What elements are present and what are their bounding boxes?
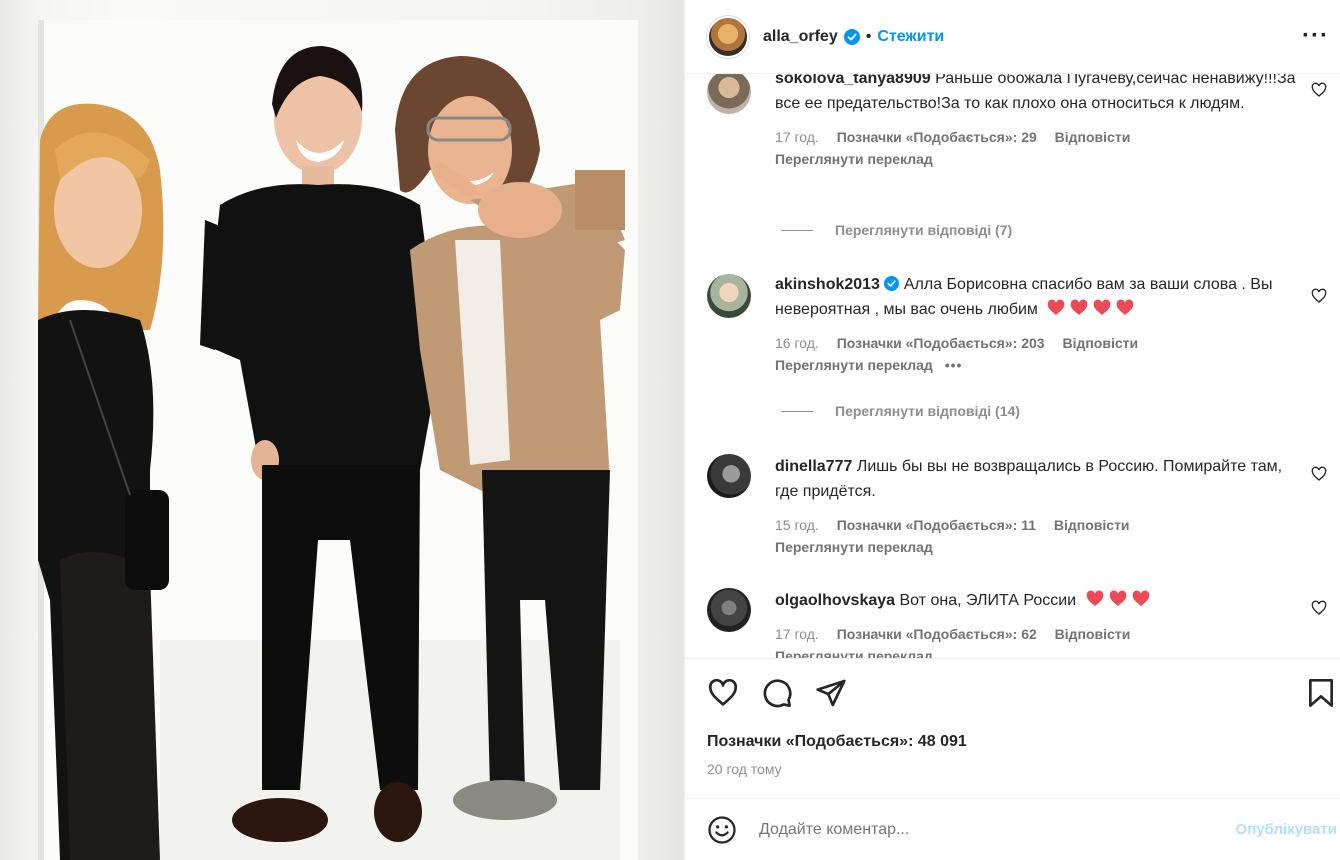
heart-icon[interactable] bbox=[707, 677, 739, 709]
comments-list[interactable]: sokolova_tanya8909 Раньше обожала Пугаче… bbox=[685, 74, 1340, 658]
comment-meta: 17 год. Позначки «Подобається»: 62 Відпо… bbox=[775, 623, 1305, 645]
red-heart-emoji-icon bbox=[1132, 590, 1149, 606]
comment-likes[interactable]: Позначки «Подобається»: 29 bbox=[837, 129, 1037, 145]
heart-emoji-group bbox=[1081, 590, 1150, 609]
comment-translate-row: Переглянути переклад ••• bbox=[775, 354, 1305, 376]
comment-username[interactable]: olgaolhovskaya bbox=[775, 592, 895, 609]
post-details-panel: alla_orfey • Стежити ··· sokolova_tanya8… bbox=[684, 0, 1340, 860]
photo-people-illustration bbox=[38, 46, 625, 860]
more-horizontal-icon[interactable]: ··· bbox=[1302, 22, 1329, 50]
author-username[interactable]: alla_orfey bbox=[763, 28, 838, 46]
comment-body: sokolova_tanya8909 Раньше обожала Пугаче… bbox=[775, 74, 1305, 170]
bookmark-icon[interactable] bbox=[1305, 677, 1337, 709]
send-icon[interactable] bbox=[815, 677, 847, 709]
view-replies-line bbox=[781, 229, 813, 231]
red-heart-emoji-icon bbox=[1048, 299, 1065, 315]
verified-badge-icon bbox=[884, 276, 900, 291]
likes-count[interactable]: Позначки «Подобається»: 48 091 bbox=[707, 733, 967, 751]
comment-like-heart-icon[interactable] bbox=[1311, 600, 1327, 616]
post-comment-button[interactable]: Опублікувати bbox=[1236, 821, 1337, 838]
follow-button[interactable]: Стежити bbox=[877, 28, 944, 46]
comment-meta: 16 год. Позначки «Подобається»: 203 Відп… bbox=[775, 332, 1305, 354]
comment-username[interactable]: sokolova_tanya8909 bbox=[775, 74, 931, 87]
comment-meta: 15 год. Позначки «Подобається»: 11 Відпо… bbox=[775, 514, 1305, 536]
comment-body: olgaolhovskaya Вот она, ЭЛИТА России 17 … bbox=[775, 588, 1305, 658]
reply-button[interactable]: Відповісти bbox=[1054, 517, 1130, 533]
comment-like-heart-icon[interactable] bbox=[1311, 288, 1327, 304]
post-actions: Позначки «Подобається»: 48 091 20 год то… bbox=[685, 658, 1340, 798]
comment-username[interactable]: akinshok2013 bbox=[775, 276, 880, 293]
header-separator: • bbox=[865, 27, 872, 45]
person-left-woman bbox=[38, 103, 169, 860]
post-header: alla_orfey • Стежити ··· bbox=[685, 0, 1340, 74]
comment-time: 17 год. bbox=[775, 129, 819, 145]
comment-likes[interactable]: Позначки «Подобається»: 203 bbox=[837, 335, 1045, 351]
comment-text: Лишь бы вы не возвращались в Россию. Пом… bbox=[775, 458, 1283, 500]
smile-icon[interactable] bbox=[707, 815, 737, 845]
translate-link[interactable]: Переглянути переклад bbox=[775, 645, 1305, 658]
reply-button[interactable]: Відповісти bbox=[1055, 626, 1131, 642]
add-comment-bar: Опублікувати bbox=[685, 798, 1340, 860]
post-time[interactable]: 20 год тому bbox=[707, 761, 782, 777]
comment-time: 15 год. bbox=[775, 517, 819, 533]
verified-badge-icon bbox=[843, 28, 860, 45]
red-heart-emoji-icon bbox=[1109, 590, 1126, 606]
reply-button[interactable]: Відповісти bbox=[1062, 335, 1138, 351]
comment-text: Вот она, ЭЛИТА России bbox=[899, 592, 1077, 609]
comment-input[interactable] bbox=[759, 820, 1179, 839]
heart-emoji-group bbox=[1042, 299, 1134, 318]
commenter-avatar[interactable] bbox=[707, 588, 751, 632]
red-heart-emoji-icon bbox=[1071, 299, 1088, 315]
translate-link[interactable]: Переглянути переклад bbox=[775, 357, 933, 373]
comment-meta: 17 год. Позначки «Подобається»: 29 Відпо… bbox=[775, 126, 1305, 148]
comment-body: dinella777 Лишь бы вы не возвращались в … bbox=[775, 454, 1305, 558]
comment-icon[interactable] bbox=[761, 677, 793, 709]
comment-options-icon[interactable]: ••• bbox=[945, 357, 963, 373]
commenter-avatar[interactable] bbox=[707, 274, 751, 318]
comment-time: 17 год. bbox=[775, 626, 819, 642]
comment-time: 16 год. bbox=[775, 335, 819, 351]
red-heart-emoji-icon bbox=[1086, 590, 1103, 606]
translate-link[interactable]: Переглянути переклад bbox=[775, 536, 1305, 558]
translate-link[interactable]: Переглянути переклад bbox=[775, 148, 1305, 170]
view-replies-label: Переглянути відповіді (7) bbox=[835, 222, 1013, 238]
view-replies-line bbox=[781, 410, 813, 412]
person-right-man bbox=[395, 56, 625, 820]
red-heart-emoji-icon bbox=[1094, 299, 1111, 315]
view-replies-button[interactable]: Переглянути відповіді (14) bbox=[781, 403, 1020, 419]
comment-body: akinshok2013 Алла Борисовна спасибо вам … bbox=[775, 272, 1305, 376]
post-photo[interactable] bbox=[0, 0, 684, 860]
comment-likes[interactable]: Позначки «Подобається»: 62 bbox=[837, 626, 1037, 642]
commenter-avatar[interactable] bbox=[707, 454, 751, 498]
comment-username[interactable]: dinella777 bbox=[775, 458, 852, 475]
view-replies-button[interactable]: Переглянути відповіді (7) bbox=[781, 222, 1012, 238]
avatar[interactable] bbox=[707, 15, 749, 58]
reply-button[interactable]: Відповісти bbox=[1055, 129, 1131, 145]
comment-like-heart-icon[interactable] bbox=[1311, 466, 1327, 482]
commenter-avatar[interactable] bbox=[707, 74, 751, 114]
view-replies-label: Переглянути відповіді (14) bbox=[835, 403, 1020, 419]
comment-likes[interactable]: Позначки «Подобається»: 11 bbox=[837, 517, 1036, 533]
red-heart-emoji-icon bbox=[1117, 299, 1134, 315]
comment-like-heart-icon[interactable] bbox=[1311, 82, 1327, 98]
